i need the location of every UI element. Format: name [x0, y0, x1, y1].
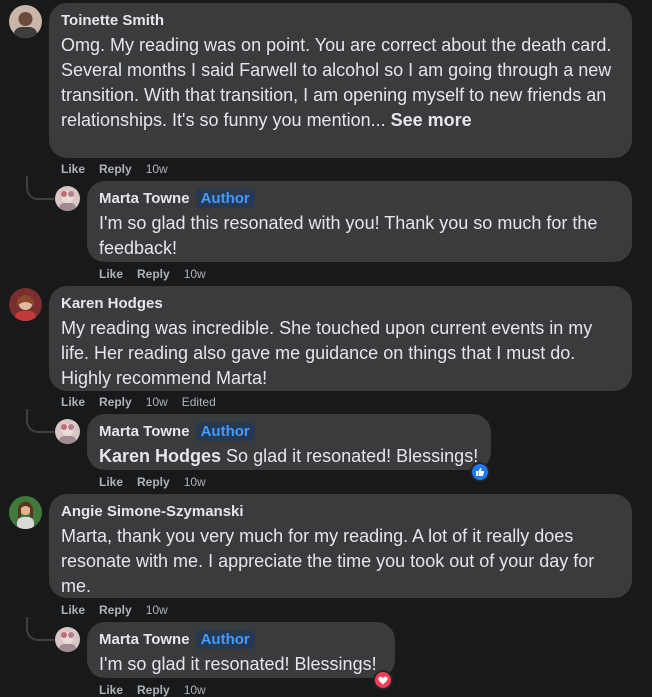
timestamp[interactable]: 10w — [184, 267, 206, 281]
comment-author-name[interactable]: Karen Hodges — [61, 294, 620, 313]
reply-author-name[interactable]: Marta Towne — [99, 423, 190, 440]
like-reaction-icon[interactable] — [470, 462, 490, 482]
like-button[interactable]: Like — [61, 603, 85, 617]
reply-thread-line — [26, 409, 54, 433]
comment-bubble: Angie Simone-Szymanski Marta, thank you … — [49, 494, 632, 598]
comment-text: Marta, thank you very much for my readin… — [61, 526, 595, 596]
reply-actions: Like Reply 10w — [99, 475, 220, 489]
like-button[interactable]: Like — [99, 267, 123, 281]
reply-text: So glad it resonated! Blessings! — [226, 446, 479, 466]
reply-thread-line — [26, 176, 54, 200]
reply-button[interactable]: Reply — [99, 162, 132, 176]
like-button[interactable]: Like — [99, 683, 123, 697]
reply-bubble: Marta Towne Author Karen Hodges So glad i… — [87, 414, 491, 470]
timestamp[interactable]: 10w — [146, 603, 168, 617]
reply-button[interactable]: Reply — [99, 395, 132, 409]
comment-body: Omg. My reading was on point. You are co… — [61, 35, 612, 130]
reply-bubble: Marta Towne Author I'm so glad this reson… — [87, 181, 632, 262]
timestamp[interactable]: 10w — [146, 162, 168, 176]
reply-button[interactable]: Reply — [137, 683, 170, 697]
reply-button[interactable]: Reply — [137, 475, 170, 489]
like-button[interactable]: Like — [61, 395, 85, 409]
reply-thread-line — [26, 617, 54, 641]
avatar-marta-towne[interactable] — [55, 186, 80, 211]
comment-bubble: Toinette Smith Omg. My reading was on po… — [49, 3, 632, 158]
comment-actions: Like Reply 10w — [61, 603, 182, 617]
timestamp[interactable]: 10w — [146, 395, 168, 409]
mention-link[interactable]: Karen Hodges — [99, 446, 221, 466]
author-badge: Author — [195, 422, 255, 441]
comment-text: Omg. My reading was on point. You are co… — [61, 33, 620, 133]
reply-button[interactable]: Reply — [137, 267, 170, 281]
avatar-marta-towne[interactable] — [55, 419, 80, 444]
reply-text: I'm so glad this resonated with you! Tha… — [99, 213, 598, 258]
author-badge: Author — [195, 189, 255, 208]
timestamp[interactable]: 10w — [184, 683, 206, 697]
avatar-marta-towne[interactable] — [55, 627, 80, 652]
see-more-link[interactable]: See more — [391, 110, 472, 130]
avatar-angie-simone-szymanski[interactable] — [9, 496, 42, 529]
reply-bubble: Marta Towne Author I'm so glad it resonat… — [87, 622, 395, 678]
comment-text: My reading was incredible. She touched u… — [61, 318, 593, 388]
reply-author-name[interactable]: Marta Towne — [99, 190, 190, 207]
comment-actions: Like Reply 10w — [61, 162, 182, 176]
timestamp[interactable]: 10w — [184, 475, 206, 489]
comment-author-name[interactable]: Toinette Smith — [61, 11, 620, 30]
comment-actions: Like Reply 10w Edited — [61, 395, 230, 409]
edited-label[interactable]: Edited — [182, 395, 216, 409]
love-reaction-icon[interactable] — [373, 670, 393, 690]
like-button[interactable]: Like — [61, 162, 85, 176]
reply-author-name[interactable]: Marta Towne — [99, 631, 190, 648]
reply-button[interactable]: Reply — [99, 603, 132, 617]
reply-actions: Like Reply 10w — [99, 683, 220, 697]
comment-author-name[interactable]: Angie Simone-Szymanski — [61, 502, 620, 521]
comments-section: Toinette Smith Omg. My reading was on po… — [0, 0, 652, 697]
avatar-toinette-smith[interactable] — [9, 5, 42, 38]
avatar-karen-hodges[interactable] — [9, 288, 42, 321]
reply-actions: Like Reply 10w — [99, 267, 220, 281]
comment-bubble: Karen Hodges My reading was incredible. … — [49, 286, 632, 391]
reply-text: I'm so glad it resonated! Blessings! — [99, 654, 377, 674]
like-button[interactable]: Like — [99, 475, 123, 489]
author-badge: Author — [195, 630, 255, 649]
